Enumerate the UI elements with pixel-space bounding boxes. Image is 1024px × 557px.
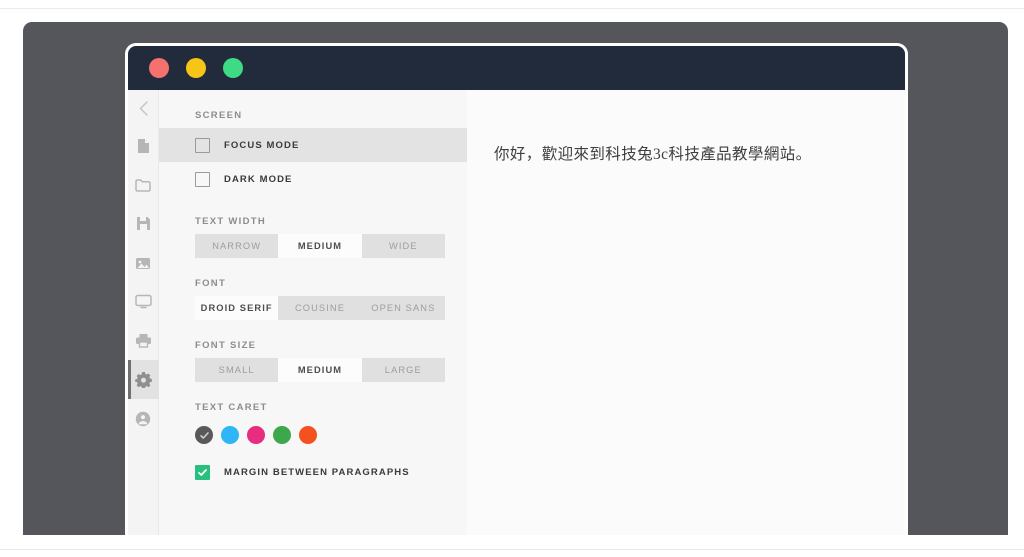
font-option-cousine[interactable]: COUSINE bbox=[278, 296, 361, 320]
back-button[interactable] bbox=[128, 90, 159, 126]
caret-swatch-green[interactable] bbox=[273, 426, 291, 444]
font-size-segmented-control[interactable]: SMALL MEDIUM LARGE bbox=[195, 358, 445, 382]
rail-item-save[interactable] bbox=[128, 204, 159, 243]
window-titlebar[interactable] bbox=[128, 46, 905, 90]
text-width-control-wrap: NARROW MEDIUM WIDE bbox=[159, 234, 467, 258]
app-window: SCREEN FOCUS MODE DARK MODE TEXT WIDTH N… bbox=[125, 43, 908, 535]
toggle-row-dark-mode[interactable]: DARK MODE bbox=[159, 162, 467, 196]
text-width-option-medium[interactable]: MEDIUM bbox=[278, 234, 362, 258]
printer-icon bbox=[135, 333, 152, 348]
minimize-button[interactable] bbox=[186, 58, 206, 78]
margin-between-paragraphs-label: MARGIN BETWEEN PARAGRAPHS bbox=[224, 466, 410, 478]
document-icon bbox=[136, 138, 150, 154]
folder-icon bbox=[135, 178, 151, 192]
rail-item-monitor[interactable] bbox=[128, 282, 159, 321]
section-label-text-caret: TEXT CARET bbox=[195, 402, 268, 413]
document-text: 你好，歡迎來到科技兔3c科技產品教學網站。 bbox=[494, 146, 812, 163]
section-label-font: FONT bbox=[195, 278, 227, 289]
dark-mode-label: DARK MODE bbox=[224, 173, 293, 185]
monitor-icon bbox=[134, 294, 152, 309]
text-caret-swatches bbox=[159, 420, 467, 444]
caret-swatch-pink[interactable] bbox=[247, 426, 265, 444]
check-icon bbox=[197, 467, 208, 478]
settings-panel: SCREEN FOCUS MODE DARK MODE TEXT WIDTH N… bbox=[159, 90, 501, 535]
rail-item-folder[interactable] bbox=[128, 165, 159, 204]
font-option-open-sans[interactable]: OPEN SANS bbox=[362, 296, 445, 320]
focus-mode-checkbox[interactable] bbox=[195, 137, 210, 153]
caret-swatch-blue[interactable] bbox=[221, 426, 239, 444]
rail-item-document[interactable] bbox=[128, 126, 159, 165]
gear-icon bbox=[134, 371, 152, 388]
image-icon bbox=[135, 256, 151, 270]
font-size-option-large[interactable]: LARGE bbox=[362, 358, 445, 382]
font-option-droid-serif[interactable]: DROID SERIF bbox=[195, 296, 279, 320]
toggle-row-margin-between-paragraphs[interactable]: MARGIN BETWEEN PARAGRAPHS bbox=[159, 444, 467, 480]
font-size-option-medium[interactable]: MEDIUM bbox=[278, 358, 362, 382]
page-rule-top bbox=[0, 8, 1024, 9]
chevron-left-icon bbox=[137, 100, 150, 117]
close-button[interactable] bbox=[149, 58, 169, 78]
screenshot-root: SCREEN FOCUS MODE DARK MODE TEXT WIDTH N… bbox=[0, 0, 1024, 557]
maximize-button[interactable] bbox=[223, 58, 243, 78]
text-width-segmented-control[interactable]: NARROW MEDIUM WIDE bbox=[195, 234, 445, 258]
font-control-wrap: DROID SERIF COUSINE OPEN SANS bbox=[159, 296, 467, 320]
page-rule-bottom bbox=[0, 549, 1024, 550]
text-width-option-narrow[interactable]: NARROW bbox=[195, 234, 278, 258]
caret-swatch-orange[interactable] bbox=[299, 426, 317, 444]
focus-mode-label: FOCUS MODE bbox=[224, 139, 300, 151]
save-floppy-icon bbox=[136, 216, 151, 231]
rail-item-settings[interactable] bbox=[128, 360, 159, 399]
window-body: SCREEN FOCUS MODE DARK MODE TEXT WIDTH N… bbox=[128, 90, 905, 535]
toggle-row-focus-mode[interactable]: FOCUS MODE bbox=[159, 128, 467, 162]
font-segmented-control[interactable]: DROID SERIF COUSINE OPEN SANS bbox=[195, 296, 445, 320]
rail-item-account[interactable] bbox=[128, 399, 159, 438]
check-icon bbox=[199, 430, 210, 441]
caret-swatch-gray-selected[interactable] bbox=[195, 426, 213, 444]
margin-between-paragraphs-checkbox[interactable] bbox=[195, 464, 210, 480]
section-label-text-width: TEXT WIDTH bbox=[195, 216, 267, 227]
icon-rail bbox=[128, 90, 159, 535]
section-label-screen: SCREEN bbox=[195, 110, 243, 121]
font-size-control-wrap: SMALL MEDIUM LARGE bbox=[159, 358, 467, 382]
font-size-option-small[interactable]: SMALL bbox=[195, 358, 278, 382]
section-label-font-size: FONT SIZE bbox=[195, 340, 257, 351]
account-user-icon bbox=[135, 411, 151, 427]
rail-item-printer[interactable] bbox=[128, 321, 159, 360]
text-width-option-wide[interactable]: WIDE bbox=[362, 234, 445, 258]
dark-mode-checkbox[interactable] bbox=[195, 171, 210, 187]
rail-item-image[interactable] bbox=[128, 243, 159, 282]
document-content-pane[interactable]: 你好，歡迎來到科技兔3c科技產品教學網站。 bbox=[467, 90, 905, 535]
